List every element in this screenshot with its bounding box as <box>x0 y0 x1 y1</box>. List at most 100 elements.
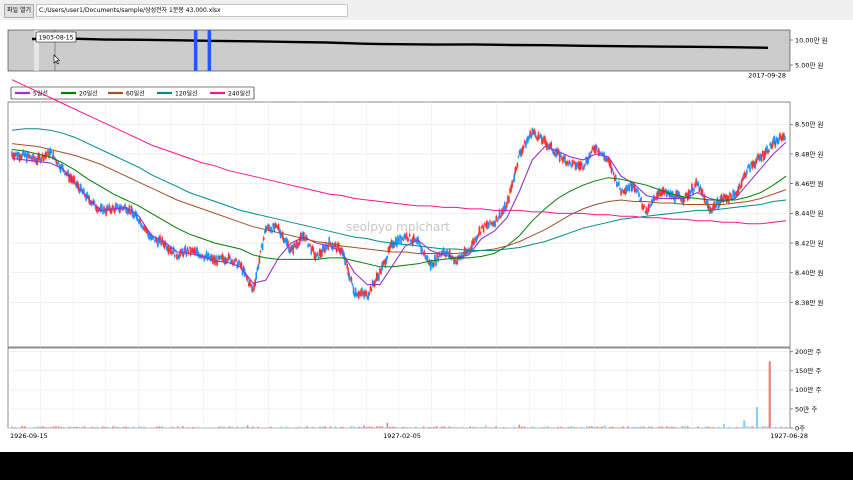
slider-selection-end[interactable] <box>207 30 212 71</box>
candle-body <box>508 196 510 203</box>
volume-bar <box>746 426 748 428</box>
volume-bar <box>531 426 534 428</box>
candle-body <box>488 223 490 228</box>
volume-bar <box>774 426 777 428</box>
volume-bar <box>547 426 549 428</box>
candle-body <box>385 257 388 264</box>
candle-body <box>620 190 622 196</box>
candle-body <box>238 260 241 264</box>
candle-body <box>621 188 623 191</box>
volume-bar <box>456 427 459 428</box>
volume-bar <box>143 426 145 428</box>
x-tick-label: 1927-06-28 <box>770 432 808 440</box>
volume-bar <box>580 426 583 428</box>
candle-body <box>683 199 686 202</box>
candle-body <box>489 220 491 223</box>
slider-frame[interactable] <box>7 29 791 72</box>
candle-body <box>373 280 376 287</box>
volume-bar <box>117 427 119 428</box>
candle-body <box>226 258 229 262</box>
candle-body <box>174 254 176 258</box>
candle-body <box>433 262 435 267</box>
legend-ma20[interactable]: 20일선 <box>79 90 98 98</box>
slider-selection-start[interactable] <box>193 30 198 71</box>
volume-bar <box>723 423 725 428</box>
candle-body <box>309 244 311 247</box>
volume-bar <box>676 426 679 428</box>
volume-panel[interactable]: 200만 주150만 주100만 주50만 주0주 <box>7 347 821 432</box>
volume-bar <box>570 426 572 428</box>
volume-bar <box>640 426 642 428</box>
volume-bar <box>658 426 660 428</box>
candle-body <box>480 226 483 229</box>
volume-bar <box>127 427 130 428</box>
volume-bar <box>39 426 42 428</box>
volume-bar <box>332 427 334 428</box>
price-panel[interactable]: seolpyo mplchart 8.50만 원8.48만 원8.46만 원8.… <box>7 79 824 348</box>
volume-bar <box>492 427 495 428</box>
volume-bar <box>751 426 754 428</box>
volume-bar <box>549 427 552 428</box>
volume-bar <box>254 427 257 428</box>
volume-bar <box>18 427 21 428</box>
volume-bar <box>422 426 425 428</box>
volume-bar <box>288 427 290 428</box>
ma-legend[interactable]: 5일선 20일선 60일선 120일선 240일선 <box>10 86 255 100</box>
volume-bar <box>728 426 730 428</box>
candle-body <box>550 141 553 149</box>
volume-bar <box>453 426 456 428</box>
overview-panel[interactable]: 1903-08-15 10.00만 원 5.00만 원 2017-09-28 <box>7 29 828 80</box>
volume-bar <box>213 427 215 428</box>
volume-bar <box>591 426 593 428</box>
volume-bar <box>699 427 702 428</box>
candle-body <box>618 181 620 186</box>
volume-bar <box>228 426 231 428</box>
volume-bar <box>603 425 606 428</box>
volume-bar <box>241 426 244 428</box>
volume-bar <box>138 426 140 428</box>
volume-bar <box>179 427 182 428</box>
candle-body <box>616 181 618 187</box>
candle-body <box>408 234 411 237</box>
legend-ma60[interactable]: 60일선 <box>126 90 145 98</box>
file-path-field[interactable]: C:/Users/user1/Documents/sample/삼성전자 1분봉… <box>36 4 348 17</box>
candle-body <box>246 277 249 282</box>
volume-bar <box>616 427 619 428</box>
volume-bar <box>686 426 689 428</box>
volume-bar <box>474 427 477 428</box>
volume-bar <box>13 427 16 428</box>
stock-chart[interactable]: 1903-08-15 10.00만 원 5.00만 원 2017-09-28 5… <box>0 20 853 452</box>
volume-bar <box>280 426 283 428</box>
volume-bar <box>267 427 270 428</box>
volume-bar <box>355 427 358 428</box>
volume-bar <box>632 426 635 428</box>
candle-body <box>695 178 697 186</box>
candle-body <box>401 237 403 239</box>
volume-bar <box>521 426 523 428</box>
volume-bar <box>440 426 443 428</box>
candle-body <box>745 174 747 178</box>
candle-body <box>102 211 104 215</box>
candle-body <box>50 150 52 154</box>
volume-bar <box>593 426 596 428</box>
price-y-tick-label: 8.40만 원 <box>795 268 824 277</box>
candle-body <box>476 236 479 239</box>
volume-bar <box>106 427 109 428</box>
volume-bar <box>780 426 782 428</box>
volume-bar <box>246 425 249 428</box>
volume-bar <box>376 426 378 428</box>
volume-bar <box>526 427 528 428</box>
volume-bar <box>430 426 433 428</box>
candle-body <box>583 165 585 169</box>
candle-body <box>231 259 233 263</box>
legend-ma120[interactable]: 120일선 <box>175 90 198 98</box>
candle-body <box>386 255 389 259</box>
volume-bar <box>114 426 117 428</box>
legend-ma240[interactable]: 240일선 <box>228 90 251 98</box>
candle-body <box>643 205 646 208</box>
volume-bar <box>642 426 645 428</box>
volume-bar <box>161 426 163 428</box>
open-file-button[interactable]: 파일 열기 <box>4 4 34 18</box>
candle-body <box>638 192 640 197</box>
volume-bar <box>140 426 143 428</box>
